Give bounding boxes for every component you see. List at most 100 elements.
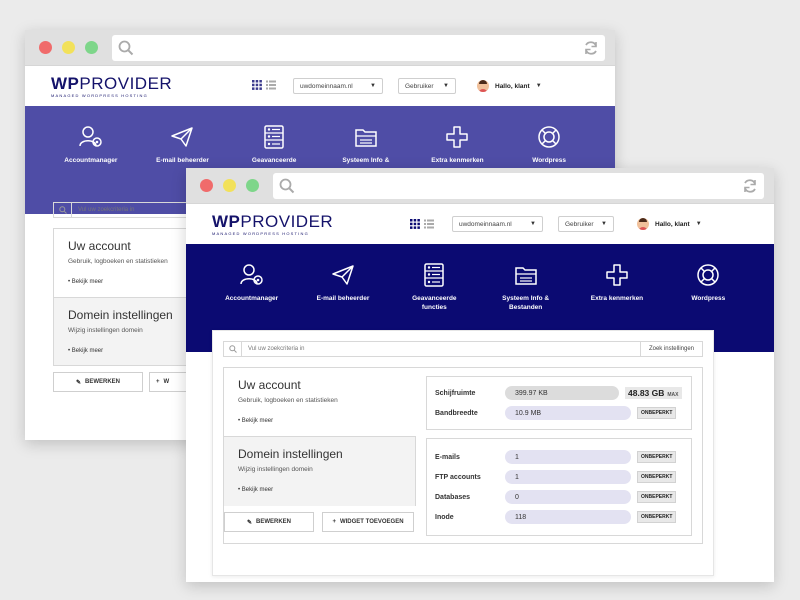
logo-wp: WP xyxy=(212,211,241,231)
close-dot[interactable] xyxy=(200,179,213,192)
edit-button-label: BEWERKEN xyxy=(85,379,121,385)
user-menu[interactable]: Hallo, klant ▼ xyxy=(477,80,542,92)
list-view-icon[interactable] xyxy=(266,80,276,90)
user-menu[interactable]: Hallo, klant ▼ xyxy=(637,218,702,230)
lifebuoy-icon xyxy=(697,264,720,286)
limit-row-ftp: FTP accounts 1 ONBEPERKT xyxy=(435,467,683,487)
user-select[interactable]: Gebruiker ▼ xyxy=(558,216,614,232)
limit-row-databases: Databases 0 ONBEPERKT xyxy=(435,487,683,507)
account-section[interactable]: Uw account Gebruik, logboeken en statist… xyxy=(224,368,416,436)
nav-label: Geavanceerde functies xyxy=(412,294,456,312)
search-settings-button[interactable]: Zoek instellingen xyxy=(639,342,702,356)
nav-label-line2: functies xyxy=(421,304,447,312)
domain-select[interactable]: uwdomeinnaam.nl ▼ xyxy=(293,78,383,94)
domain-select-value: uwdomeinnaam.nl xyxy=(300,82,353,90)
account-subtitle: Gebruik, logboeken en statistieken xyxy=(68,258,168,265)
server-icon xyxy=(424,263,445,287)
grid-view-icon[interactable] xyxy=(252,80,262,90)
domain-view-more-link[interactable]: • Bekijk meer xyxy=(68,348,179,354)
limit-badge: ONBEPERKT xyxy=(637,471,677,483)
domain-subtitle: Wijzig instellingen domein xyxy=(68,327,143,334)
logo-provider: PROVIDER xyxy=(79,73,173,93)
domain-section[interactable]: Domein instellingen Wijzig instellingen … xyxy=(54,297,193,365)
address-bar[interactable] xyxy=(112,34,605,61)
account-section[interactable]: Uw account Gebruik, logboeken en statist… xyxy=(54,229,193,297)
browser-chrome xyxy=(186,168,774,204)
plus-icon: + xyxy=(332,519,336,525)
nav-label: Extra kenmerken xyxy=(431,157,484,164)
nav-label: Wordpress xyxy=(691,295,726,302)
left-column: Uw account Gebruik, logboeken en statist… xyxy=(224,368,416,543)
limit-label: FTP accounts xyxy=(435,473,481,481)
back-account-box: Uw account Gebruik, logboeken en statist… xyxy=(53,228,193,366)
close-dot[interactable] xyxy=(39,41,52,54)
caret-down-icon: ▼ xyxy=(530,221,536,227)
domain-view-more-link[interactable]: • Bekijk meer xyxy=(238,487,401,493)
avatar xyxy=(637,218,649,230)
grid-view-icon[interactable] xyxy=(410,219,420,229)
account-view-more-link[interactable]: • Bekijk meer xyxy=(238,418,402,424)
greeting-text: Hallo, klant xyxy=(655,220,690,228)
view-toggle[interactable] xyxy=(410,219,434,229)
nav-label: Geavanceerde xyxy=(251,157,297,164)
back-dashboard-card: Vul uw zoekcriteria in Uw account Gebrui… xyxy=(53,196,193,436)
account-view-more-link[interactable]: • Bekijk meer xyxy=(68,279,179,285)
folder-icon xyxy=(514,267,537,285)
caret-down-icon: ▼ xyxy=(443,83,449,89)
account-subtitle: Gebruik, logboeken en statistieken xyxy=(238,397,338,404)
edit-button-label: BEWERKEN xyxy=(256,519,292,525)
refresh-icon[interactable] xyxy=(583,40,599,56)
list-view-icon[interactable] xyxy=(424,219,434,229)
domain-select[interactable]: uwdomeinnaam.nl ▼ xyxy=(452,216,543,232)
search-icon xyxy=(279,178,295,193)
limit-value: 1 xyxy=(505,450,631,464)
nav-label-line1: Geavanceerde xyxy=(412,295,457,302)
domain-title: Domein instellingen xyxy=(238,447,343,461)
view-toggle[interactable] xyxy=(252,80,276,90)
search-placeholder: Vul uw zoekcriteria in xyxy=(78,207,135,213)
limit-row-emails: E-mails 1 ONBEPERKT xyxy=(435,447,683,467)
domain-select-value: uwdomeinnaam.nl xyxy=(459,220,512,228)
action-buttons: ✎ BEWERKEN + WIDGET TOEVOEGEN xyxy=(224,512,416,532)
minimize-dot[interactable] xyxy=(223,179,236,192)
search-icon xyxy=(224,342,242,356)
disk-usage-row: Schijfruimte 399.97 KB 48.83 GB MAX xyxy=(435,383,683,403)
account-manager-icon xyxy=(239,264,263,285)
edit-button[interactable]: ✎ BEWERKEN xyxy=(53,372,143,392)
pencil-icon: ✎ xyxy=(75,379,81,386)
limit-value: 0 xyxy=(505,490,631,504)
edit-button[interactable]: ✎ BEWERKEN xyxy=(224,512,314,532)
limit-badge: ONBEPERKT xyxy=(637,511,677,523)
logo-wp: WP xyxy=(51,73,80,93)
nav-label: E-mail beheerder xyxy=(316,295,370,302)
bandwidth-row: Bandbreedte 10.9 MB ONBEPERKT xyxy=(435,403,683,423)
wpprovider-logo[interactable]: WPPROVIDER MANAGED WORDPRESS HOSTING xyxy=(212,213,333,236)
limit-value: 1 xyxy=(505,470,631,484)
bandwidth-value: 10.9 MB xyxy=(505,406,631,420)
plus-icon xyxy=(606,264,628,286)
address-bar[interactable] xyxy=(273,172,764,199)
account-title: Uw account xyxy=(238,378,301,392)
user-select[interactable]: Gebruiker ▼ xyxy=(398,78,456,94)
logo-provider: PROVIDER xyxy=(240,211,334,231)
domain-section[interactable]: Domein instellingen Wijzig instellingen … xyxy=(224,436,416,506)
nav-label-line2: Bestanden xyxy=(509,304,543,312)
dashboard-card: Vul uw zoekcriteria in Zoek instellingen… xyxy=(212,330,714,576)
lifebuoy-icon xyxy=(538,126,560,148)
search-bar[interactable]: Vul uw zoekcriteria in Zoek instellingen xyxy=(223,341,703,357)
limits-box: E-mails 1 ONBEPERKT FTP accounts 1 ONBEP… xyxy=(426,438,692,536)
back-search-bar[interactable]: Vul uw zoekcriteria in xyxy=(53,202,193,218)
add-widget-button[interactable]: + WIDGET TOEVOEGEN xyxy=(322,512,414,532)
refresh-icon[interactable] xyxy=(742,178,758,194)
user-select-value: Gebruiker xyxy=(565,220,594,228)
minimize-dot[interactable] xyxy=(62,41,75,54)
maximize-dot[interactable] xyxy=(85,41,98,54)
limit-label: E-mails xyxy=(435,453,460,461)
limit-badge: ONBEPERKT xyxy=(637,491,677,503)
bandwidth-badge: ONBEPERKT xyxy=(637,407,677,419)
maximize-dot[interactable] xyxy=(246,179,259,192)
disk-max: 48.83 GB MAX xyxy=(625,387,682,399)
limit-label: Databases xyxy=(435,493,471,501)
account-title: Uw account xyxy=(68,239,131,253)
wpprovider-logo[interactable]: WPPROVIDER MANAGED WORDPRESS HOSTING xyxy=(51,75,172,98)
